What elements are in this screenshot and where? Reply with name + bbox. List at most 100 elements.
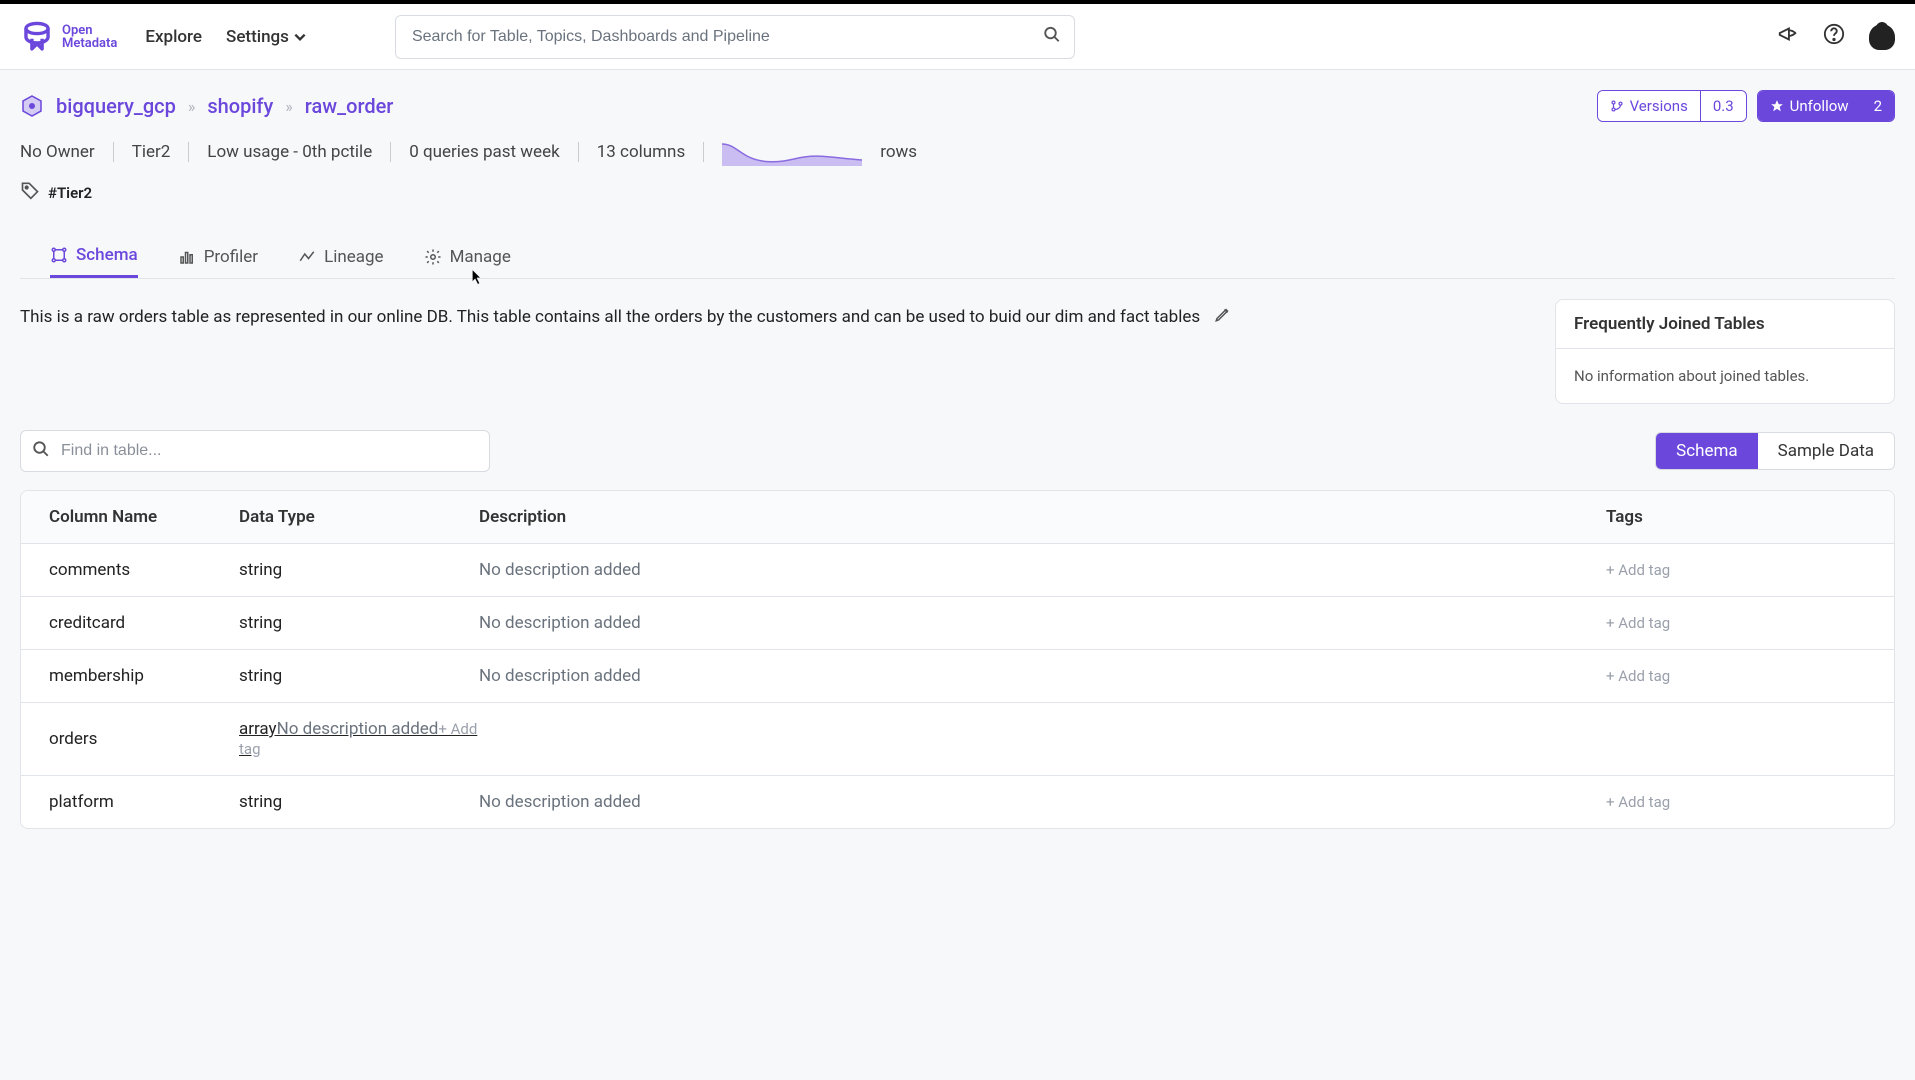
user-avatar[interactable] (1869, 24, 1895, 50)
profiler-icon (178, 248, 196, 266)
description-box: This is a raw orders table as represente… (20, 299, 1531, 404)
view-schema[interactable]: Schema (1656, 433, 1758, 469)
branch-icon (1610, 99, 1624, 113)
brand-text: Open Metadata (62, 24, 117, 50)
view-sample-data[interactable]: Sample Data (1758, 433, 1894, 469)
th-desc: Description (479, 507, 1606, 527)
meta-rows-label: rows (880, 142, 917, 162)
th-type: Data Type (239, 507, 479, 527)
breadcrumb-database[interactable]: shopify (207, 94, 273, 118)
breadcrumb-sep: » (285, 97, 293, 116)
lineage-icon (298, 248, 316, 266)
meta-owner[interactable]: No Owner (20, 142, 95, 162)
column-type: string (239, 613, 479, 633)
find-input[interactable] (20, 430, 490, 472)
edit-description-icon[interactable] (1214, 305, 1232, 327)
joined-tables-card: Frequently Joined Tables No information … (1555, 299, 1895, 404)
breadcrumb: bigquery_gcp » shopify » raw_order (20, 94, 393, 118)
logo-icon (20, 20, 54, 54)
table-description: This is a raw orders table as represente… (20, 299, 1200, 337)
joined-tables-title: Frequently Joined Tables (1556, 300, 1894, 349)
column-name: orders (49, 729, 239, 749)
breadcrumb-sep: » (188, 97, 196, 116)
table-row: commentsstringNo description added+ Add … (21, 544, 1894, 597)
global-search (395, 15, 1075, 59)
table-row: platformstringNo description added+ Add … (21, 776, 1894, 828)
breadcrumb-service[interactable]: bigquery_gcp (56, 94, 176, 118)
table-row: creditcardstringNo description added+ Ad… (21, 597, 1894, 650)
tab-lineage-label: Lineage (324, 247, 384, 267)
topnav-right (1777, 23, 1895, 50)
tier-tag[interactable]: #Tier2 (48, 184, 92, 202)
schema-table: Column Name Data Type Description Tags c… (20, 490, 1895, 829)
meta-tier: Tier2 (132, 142, 171, 162)
th-name: Column Name (49, 507, 239, 527)
service-icon (20, 94, 44, 118)
tab-manage[interactable]: Manage (424, 235, 511, 278)
page-content: bigquery_gcp » shopify » raw_order Versi… (0, 70, 1915, 849)
add-tag-button[interactable]: + Add tag (1606, 667, 1866, 685)
table-row: ordersarrayNo description added+ Add tag (21, 703, 1894, 776)
version-value: 0.3 (1700, 91, 1746, 121)
column-name: membership (49, 666, 239, 686)
versions-label: Versions (1630, 97, 1688, 115)
rows-sparkline (722, 138, 862, 166)
search-input[interactable] (395, 15, 1075, 59)
breadcrumb-row: bigquery_gcp » shopify » raw_order Versi… (20, 90, 1895, 122)
announcements-icon[interactable] (1777, 23, 1799, 50)
panel-row: This is a raw orders table as represente… (20, 299, 1895, 404)
star-icon (1770, 99, 1784, 113)
unfollow-button[interactable]: Unfollow 2 (1757, 90, 1895, 122)
tab-profiler[interactable]: Profiler (178, 235, 258, 278)
header-buttons: Versions 0.3 Unfollow 2 (1597, 90, 1895, 122)
meta-queries: 0 queries past week (409, 142, 560, 162)
table-row: membershipstringNo description added+ Ad… (21, 650, 1894, 703)
column-type[interactable]: arrayNo description added+ Add tag (239, 719, 479, 759)
versions-button[interactable]: Versions 0.3 (1597, 90, 1747, 122)
tab-schema[interactable]: Schema (50, 235, 138, 278)
view-toggle: Schema Sample Data (1655, 432, 1895, 470)
nav-links: Explore Settings (145, 27, 307, 47)
meta-usage: Low usage - 0th pctile (207, 142, 372, 162)
add-tag-button[interactable]: + Add tag (1606, 614, 1866, 632)
column-description: No description added (479, 560, 1606, 580)
meta-columns: 13 columns (597, 142, 686, 162)
brand-logo[interactable]: Open Metadata (20, 20, 117, 54)
search-icon[interactable] (1043, 25, 1061, 48)
follow-count: 2 (1861, 91, 1894, 121)
search-icon (32, 440, 50, 462)
th-tags: Tags (1606, 507, 1866, 527)
breadcrumb-table[interactable]: raw_order (305, 94, 394, 118)
column-type: string (239, 792, 479, 812)
nav-settings-label: Settings (226, 27, 289, 47)
tab-schema-label: Schema (76, 245, 138, 265)
manage-icon (424, 248, 442, 266)
table-toolbar: Schema Sample Data (20, 430, 1895, 472)
column-name: creditcard (49, 613, 239, 633)
column-description: No description added (479, 613, 1606, 633)
tag-row: #Tier2 (20, 180, 1895, 205)
top-nav: Open Metadata Explore Settings (0, 0, 1915, 70)
tag-icon (20, 180, 40, 205)
find-in-table (20, 430, 490, 472)
nav-settings[interactable]: Settings (226, 27, 307, 47)
tab-lineage[interactable]: Lineage (298, 235, 384, 278)
schema-table-header: Column Name Data Type Description Tags (21, 491, 1894, 544)
column-name: comments (49, 560, 239, 580)
schema-icon (50, 246, 68, 264)
column-name: platform (49, 792, 239, 812)
tab-manage-label: Manage (450, 247, 511, 267)
column-description: No description added (277, 719, 439, 739)
add-tag-button[interactable]: + Add tag (1606, 793, 1866, 811)
tabs: Schema Profiler Lineage Manage (20, 235, 1895, 279)
joined-tables-empty: No information about joined tables. (1556, 349, 1894, 403)
nav-explore[interactable]: Explore (145, 27, 202, 47)
meta-row: No Owner Tier2 Low usage - 0th pctile 0 … (20, 138, 1895, 166)
column-description: No description added (479, 792, 1606, 812)
help-icon[interactable] (1823, 23, 1845, 50)
column-type: string (239, 560, 479, 580)
column-type: string (239, 666, 479, 686)
add-tag-button[interactable]: + Add tag (1606, 561, 1866, 579)
chevron-down-icon (293, 30, 307, 44)
unfollow-label: Unfollow (1790, 97, 1849, 115)
